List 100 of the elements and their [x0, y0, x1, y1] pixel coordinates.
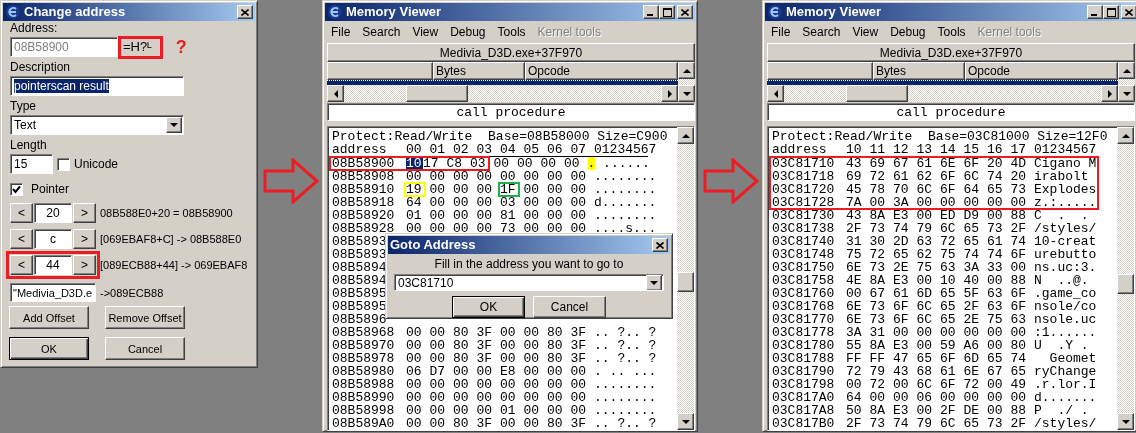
close-button[interactable] — [1121, 5, 1136, 19]
type-dropdown[interactable]: Text — [10, 115, 184, 135]
instruction-hint: call procedure — [327, 103, 695, 121]
menu-item[interactable]: File — [765, 24, 797, 39]
close-button[interactable] — [237, 5, 253, 19]
scroll-up-button[interactable] — [677, 127, 694, 144]
ascii-cell: ........ — [594, 378, 657, 391]
byte-cell-text: 00 — [570, 365, 588, 378]
menu-item[interactable]: View — [406, 24, 445, 39]
scroll-up-button[interactable] — [1118, 62, 1135, 79]
byte-cell-text: 80 — [547, 339, 564, 352]
byte-cell-text: 00 — [547, 404, 564, 417]
menu-item[interactable]: Search — [796, 24, 847, 39]
dialog-button[interactable]: Add Offset — [9, 306, 89, 329]
byte-cell-text: 61 — [893, 170, 910, 183]
column-header: Bytes — [873, 62, 965, 80]
scroll-down-button[interactable] — [677, 413, 694, 430]
selected-value: Text — [14, 118, 36, 132]
length-field[interactable]: 15 — [10, 154, 53, 174]
up-arrow-icon — [1121, 132, 1130, 139]
address-cell-text: 03C81718 — [772, 170, 836, 183]
offset-field[interactable]: 44 — [34, 255, 72, 275]
maximize-button[interactable] — [1103, 5, 1119, 19]
scroll-left-button[interactable] — [767, 85, 784, 102]
dropdown-button[interactable] — [646, 275, 662, 290]
offset-field[interactable]: 20 — [34, 203, 72, 223]
dialog-button[interactable]: Cancel — [105, 337, 185, 360]
scrollbar-thumb[interactable] — [1117, 274, 1134, 294]
scroll-up-button[interactable] — [1117, 127, 1134, 144]
down-arrow-icon — [170, 122, 178, 128]
byte-cell-text: E8 — [500, 365, 517, 378]
increase-button[interactable]: > — [73, 229, 96, 249]
byte-cell-text: 61 — [916, 157, 934, 170]
dialog-button[interactable]: OK — [9, 337, 89, 360]
module-button[interactable]: Medivia_D3D.exe+37F970 — [327, 43, 695, 62]
address-cell-text: 08B58900 — [332, 157, 396, 170]
close-button[interactable] — [652, 238, 668, 252]
scroll-up-button[interactable] — [678, 62, 695, 79]
byte-cell-text: 74 — [987, 170, 1004, 183]
byte-cell-text: FF — [846, 352, 863, 365]
close-button[interactable] — [677, 5, 693, 19]
right-arrow-icon — [703, 158, 759, 204]
byte-cell-text: 00 — [517, 157, 534, 170]
byte-cell-text: 00 — [893, 378, 910, 391]
byte-cell-text: 00 — [523, 391, 541, 404]
address-cell-text: 03C81758 — [772, 274, 836, 287]
byte-cell-text: 72 — [963, 378, 981, 391]
unicode-checkbox[interactable] — [57, 157, 70, 171]
decrease-button[interactable]: < — [10, 229, 33, 249]
dialog-button[interactable]: OK — [452, 296, 525, 318]
byte-cell-text: 50 — [846, 404, 863, 417]
decrease-button[interactable]: < — [10, 203, 33, 223]
menu-item[interactable]: View — [846, 24, 885, 39]
menu-item[interactable]: Debug — [444, 24, 492, 39]
scroll-right-button[interactable] — [1101, 85, 1118, 102]
byte-cell-text: 33 — [987, 261, 1004, 274]
menu-item[interactable]: File — [325, 24, 357, 39]
address-cell-text: 03C81748 — [772, 248, 836, 261]
byte-cell-text: 3A — [846, 326, 863, 339]
scroll-down-button[interactable] — [1118, 85, 1135, 102]
address-cell-text: 08B589A0 — [332, 417, 396, 430]
address-combobox[interactable]: 03C81710 — [394, 274, 664, 291]
scrollbar-thumb[interactable] — [677, 272, 694, 292]
scroll-down-button[interactable] — [678, 85, 695, 102]
increase-button[interactable]: > — [73, 203, 96, 223]
dialog-button[interactable]: Remove Offset — [105, 306, 185, 329]
byte-cell-text: 6F — [940, 378, 957, 391]
ascii-cell: Cigano M — [1034, 157, 1097, 170]
maximize-button[interactable] — [659, 5, 675, 19]
menu-item[interactable]: Tools — [491, 24, 532, 39]
byte-cell-text: 20 — [1010, 170, 1028, 183]
minimize-button[interactable] — [1087, 5, 1103, 19]
byte-cell-text: 00 — [1010, 391, 1028, 404]
byte-cell-text: 00 — [987, 404, 1004, 417]
scrollbar-thumb[interactable] — [846, 85, 908, 102]
byte-cell-text: 2E — [963, 313, 981, 326]
module-button[interactable]: Medivia_D3D.exe+37F970 — [767, 43, 1135, 62]
byte-cell-text: 30 — [869, 235, 887, 248]
dropdown-button[interactable] — [166, 117, 182, 133]
pointer-checkbox[interactable] — [10, 182, 23, 196]
byte-cell-text: 00 — [429, 378, 447, 391]
base-address-field[interactable]: "Medivia_D3D.e — [10, 283, 96, 302]
column-header: 17 — [1010, 143, 1028, 156]
description-field[interactable]: pointerscan result — [10, 76, 184, 96]
menu-item[interactable]: Tools — [931, 24, 972, 39]
minimize-button[interactable] — [643, 5, 659, 19]
decrease-button[interactable]: < — [10, 255, 33, 275]
scroll-left-button[interactable] — [327, 85, 344, 102]
byte-cell-text: 63 — [1010, 313, 1028, 326]
dialog-button[interactable]: Cancel — [533, 296, 606, 318]
scroll-right-button[interactable] — [661, 85, 678, 102]
down-arrow-icon — [681, 418, 690, 425]
close-icon — [241, 8, 249, 16]
menu-item[interactable]: Debug — [884, 24, 932, 39]
menu-item[interactable]: Search — [356, 24, 407, 39]
scrollbar-thumb[interactable] — [406, 85, 468, 102]
scroll-down-button[interactable] — [1117, 413, 1134, 430]
increase-button[interactable]: > — [73, 255, 96, 275]
byte-cell-text: 72 — [869, 378, 887, 391]
offset-field[interactable]: c — [34, 229, 72, 249]
